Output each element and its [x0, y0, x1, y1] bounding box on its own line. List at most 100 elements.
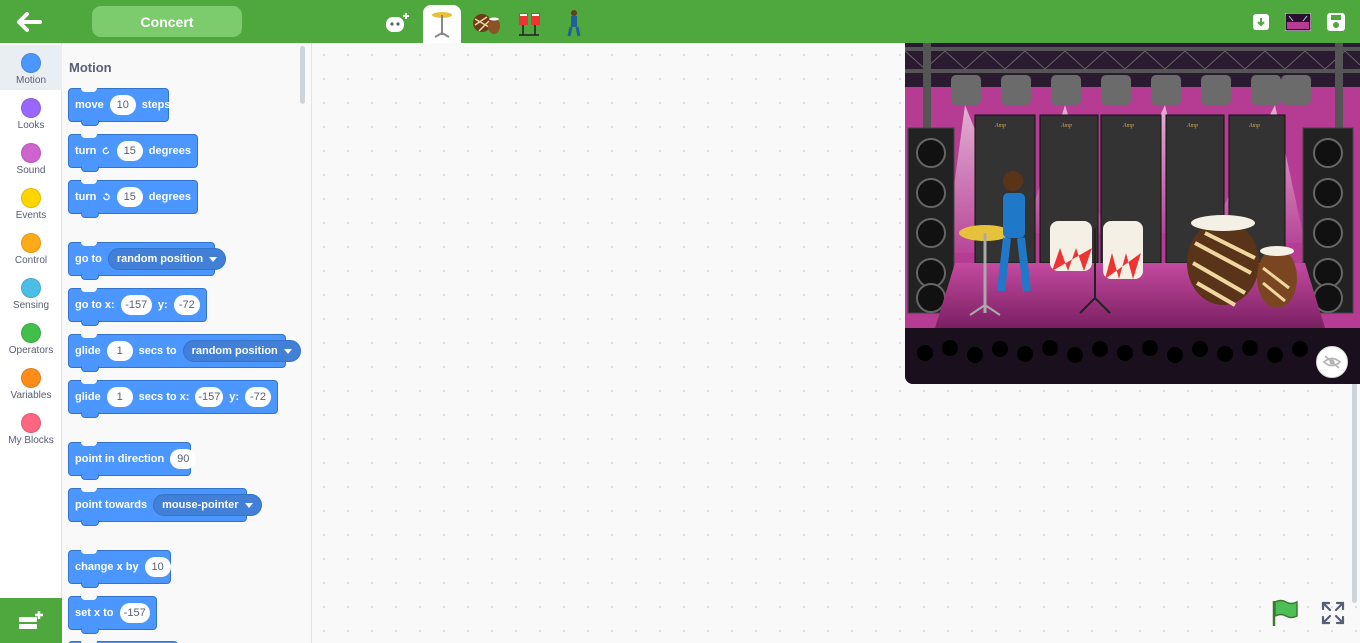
green-flag-button[interactable]: [1270, 599, 1300, 627]
project-title[interactable]: Concert: [92, 6, 242, 37]
rotate-left-icon: [103, 192, 111, 201]
category-label: Looks: [17, 120, 45, 131]
svg-text:Amp: Amp: [994, 123, 1006, 129]
block-set-x[interactable]: set x to -157: [68, 596, 157, 634]
y-input[interactable]: -72: [173, 295, 200, 315]
x-value-input[interactable]: -157: [119, 603, 150, 623]
motion-dot-icon: [21, 53, 41, 73]
drums-icon: [519, 13, 540, 36]
block-turn-left[interactable]: turn 15 degrees: [68, 180, 198, 218]
glide-dropdown[interactable]: random position: [182, 340, 301, 362]
category-label: My Blocks: [8, 435, 54, 446]
degrees-input[interactable]: 15: [116, 187, 143, 207]
point-towards-dropdown[interactable]: mouse-pointer: [153, 494, 262, 516]
stage-thumbnail-icon[interactable]: [1285, 11, 1311, 33]
block-text: glide: [75, 391, 101, 403]
category-sensing[interactable]: Sensing: [0, 270, 62, 315]
sprite-tab-drums[interactable]: [511, 5, 549, 41]
dropdown-value: mouse-pointer: [162, 499, 239, 511]
block-point-in-direction[interactable]: point in direction 90: [68, 442, 197, 480]
category-label: Motion: [15, 75, 46, 86]
block-text: degrees: [148, 145, 191, 157]
block-point-towards[interactable]: point towards mouse-pointer: [68, 488, 262, 526]
green-flag-icon: [1272, 599, 1298, 626]
block-glide-to-xy[interactable]: glide 1 secs to x: -157 y: -72: [68, 380, 278, 418]
sprite-tab-singer[interactable]: [555, 5, 593, 41]
block-text: change x by: [75, 561, 139, 573]
block-palette: Motion move 10 steps turn 15 degrees tur…: [62, 43, 312, 643]
add-sprite-tab[interactable]: [378, 5, 416, 41]
add-extension-button[interactable]: [0, 598, 62, 643]
concert-stage-scene: Amp Amp Amp Amp Amp: [905, 43, 1360, 384]
eye-hidden-icon: [1323, 355, 1341, 369]
category-label: Variables: [10, 390, 52, 401]
category-operators[interactable]: Operators: [0, 315, 62, 360]
download-icon[interactable]: [1250, 11, 1272, 33]
block-go-to-xy[interactable]: go to x: -157 y: -72: [68, 288, 207, 326]
block-glide-to[interactable]: glide 1 secs to random position: [68, 334, 301, 372]
sprite-tab-cymbal[interactable]: [423, 5, 461, 43]
add-extension-icon: [19, 610, 43, 629]
direction-input[interactable]: 90: [170, 449, 197, 469]
my-blocks-dot-icon: [21, 413, 41, 433]
sound-dot-icon: [21, 143, 41, 163]
category-label: Sensing: [12, 300, 50, 311]
category-rail: Motion Looks Sound Events Control Sensin…: [0, 43, 62, 643]
back-arrow-icon: [17, 12, 42, 32]
x-input[interactable]: -157: [120, 295, 152, 315]
steps-input[interactable]: 10: [109, 95, 136, 115]
fullscreen-button[interactable]: [1321, 601, 1345, 625]
save-icon[interactable]: [1325, 11, 1347, 33]
dropdown-value: random position: [116, 253, 204, 265]
sprite-tab-tabla[interactable]: [467, 5, 505, 41]
block-text: secs to x:: [138, 391, 190, 403]
category-label: Sound: [16, 165, 46, 176]
category-variables[interactable]: Variables: [0, 360, 62, 405]
category-control[interactable]: Control: [0, 225, 62, 270]
block-text: go to: [75, 253, 102, 265]
svg-text:Amp: Amp: [1060, 123, 1072, 129]
back-button[interactable]: [14, 9, 44, 35]
operators-dot-icon: [21, 323, 41, 343]
go-to-dropdown[interactable]: random position: [107, 248, 227, 270]
block-move-steps[interactable]: move 10 steps: [68, 88, 171, 126]
category-label: Operators: [8, 345, 54, 356]
add-sprite-icon: [386, 13, 409, 32]
block-text: y:: [229, 391, 239, 403]
cymbal-icon: [432, 12, 452, 38]
secs-input[interactable]: 1: [106, 387, 133, 407]
stage[interactable]: Amp Amp Amp Amp Amp: [905, 43, 1360, 384]
category-my-blocks[interactable]: My Blocks: [0, 405, 62, 450]
category-looks[interactable]: Looks: [0, 90, 62, 135]
palette-scrollbar[interactable]: [300, 46, 305, 104]
tabla-icon: [473, 14, 500, 34]
svg-text:Amp: Amp: [1186, 123, 1198, 129]
rotate-right-icon: [103, 146, 110, 155]
svg-text:Amp: Amp: [1122, 123, 1134, 129]
x-change-input[interactable]: 10: [144, 557, 171, 577]
x-input[interactable]: -157: [195, 387, 224, 407]
block-text: glide: [75, 345, 101, 357]
block-go-to[interactable]: go to random position: [68, 242, 227, 280]
category-motion[interactable]: Motion: [0, 45, 62, 90]
degrees-input[interactable]: 15: [116, 141, 143, 161]
svg-text:Amp: Amp: [1248, 123, 1260, 129]
caret-down-icon: [244, 502, 253, 508]
block-text: move: [75, 99, 104, 111]
category-events[interactable]: Events: [0, 180, 62, 225]
y-input[interactable]: -72: [245, 387, 271, 407]
block-turn-right[interactable]: turn 15 degrees: [68, 134, 198, 172]
category-sound[interactable]: Sound: [0, 135, 62, 180]
block-text: go to x:: [75, 299, 115, 311]
looks-dot-icon: [21, 98, 41, 118]
singer-icon: [567, 10, 581, 37]
block-text: secs to: [138, 345, 177, 357]
variables-dot-icon: [21, 368, 41, 388]
block-text: point towards: [75, 499, 148, 511]
secs-input[interactable]: 1: [106, 341, 133, 361]
block-text: y:: [157, 299, 168, 311]
block-change-x[interactable]: change x by 10: [68, 550, 171, 588]
hide-stage-button[interactable]: [1316, 346, 1348, 378]
fullscreen-icon: [1321, 601, 1345, 625]
palette-section-title: Motion: [69, 60, 112, 75]
